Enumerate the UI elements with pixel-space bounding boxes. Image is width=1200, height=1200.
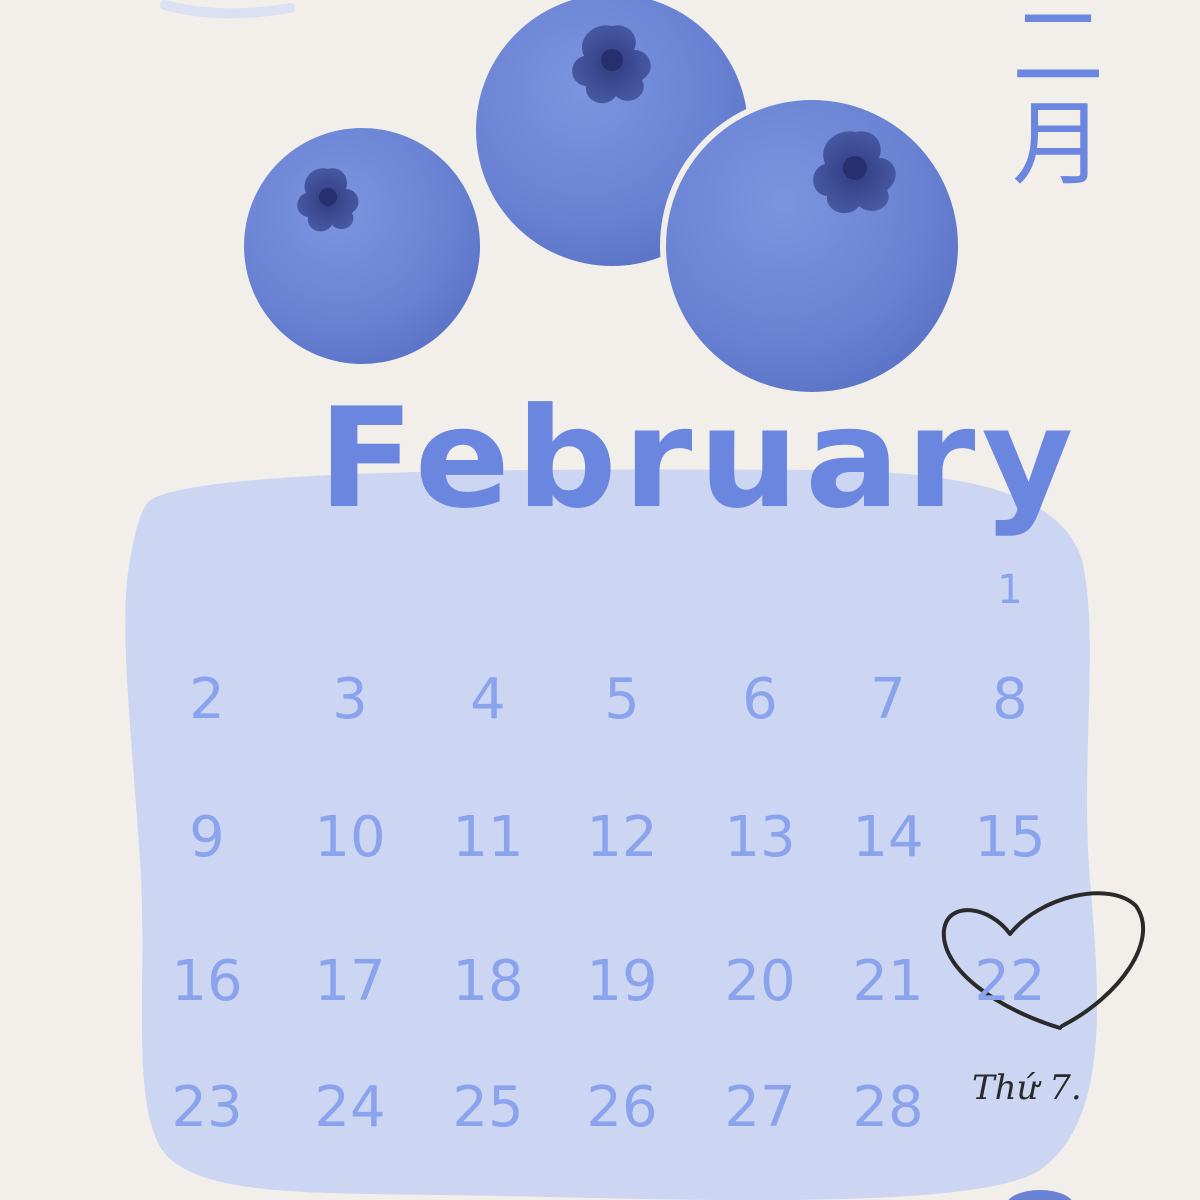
day-number: 1 — [997, 567, 1023, 613]
decorative-stroke — [160, 0, 295, 19]
day-number: 13 — [724, 805, 796, 870]
day-number: 12 — [586, 805, 658, 870]
day-number: 8 — [992, 667, 1028, 732]
day-number: 17 — [314, 949, 386, 1014]
day-number: 7 — [870, 667, 906, 732]
day-number: 15 — [974, 805, 1046, 870]
blueberry-left — [244, 128, 480, 364]
day-number: 20 — [724, 949, 796, 1014]
day-number: 19 — [586, 949, 658, 1014]
day-number: 18 — [452, 949, 524, 1014]
highlight-note: Thứ 7. — [972, 1068, 1082, 1108]
day-number: 26 — [586, 1075, 658, 1140]
day-number: 10 — [314, 805, 386, 870]
day-number: 4 — [470, 667, 506, 732]
blueberry-right — [660, 94, 964, 398]
month-title: February — [318, 378, 1080, 539]
day-number: 24 — [314, 1075, 386, 1140]
day-number: 9 — [189, 805, 225, 870]
month-name-cjk: 二月 — [1012, 0, 1105, 198]
day-highlighted: 22 — [974, 949, 1046, 1014]
day-number: 25 — [452, 1075, 524, 1140]
day-number: 6 — [742, 667, 778, 732]
blueberry-partial — [1008, 1190, 1072, 1200]
day-number: 28 — [852, 1075, 924, 1140]
day-number: 2 — [189, 667, 225, 732]
day-number: 16 — [171, 949, 243, 1014]
day-number: 5 — [604, 667, 640, 732]
day-number: 23 — [171, 1075, 243, 1140]
day-number: 27 — [724, 1075, 796, 1140]
day-number: 14 — [852, 805, 924, 870]
day-number: 11 — [452, 805, 524, 870]
day-number: 21 — [852, 949, 924, 1014]
day-number: 3 — [332, 667, 368, 732]
